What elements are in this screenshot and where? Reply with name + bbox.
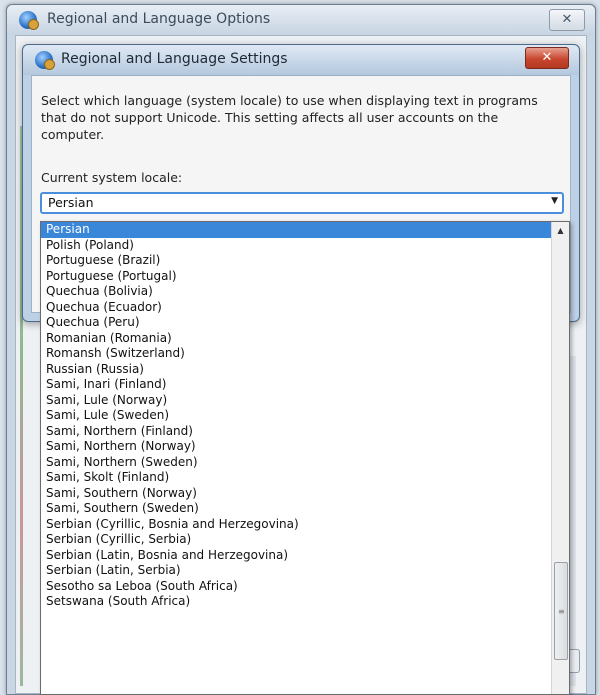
locale-options: Persian Polish (Poland) Portuguese (Brazil…: [41, 222, 552, 610]
locale-option[interactable]: Russian (Russia): [41, 362, 552, 378]
locale-option[interactable]: Portuguese (Brazil): [41, 253, 552, 269]
outer-window-title: Regional and Language Options: [47, 11, 271, 27]
system-locale-select[interactable]: Persian ▼: [40, 192, 564, 214]
scroll-thumb[interactable]: ≡: [554, 562, 568, 660]
locale-option[interactable]: Sami, Northern (Finland): [41, 424, 552, 440]
locale-option[interactable]: Sami, Lule (Norway): [41, 393, 552, 409]
locale-option[interactable]: Sami, Skolt (Finland): [41, 470, 552, 486]
locale-option[interactable]: Serbian (Latin, Bosnia and Herzegovina): [41, 548, 552, 564]
list-scrollbar[interactable]: ▲ ≡: [551, 222, 569, 694]
locale-option[interactable]: Portuguese (Portugal): [41, 269, 552, 285]
locale-option[interactable]: Romanian (Romania): [41, 331, 552, 347]
locale-option[interactable]: Sami, Southern (Sweden): [41, 501, 552, 517]
locale-option[interactable]: Quechua (Bolivia): [41, 284, 552, 300]
system-locale-label: Current system locale:: [41, 170, 183, 185]
locale-option[interactable]: Quechua (Ecuador): [41, 300, 552, 316]
outer-close-button[interactable]: ✕: [549, 9, 585, 31]
scroll-up-icon[interactable]: ▲: [552, 222, 569, 239]
locale-option[interactable]: Serbian (Cyrillic, Serbia): [41, 532, 552, 548]
locale-option[interactable]: Polish (Poland): [41, 238, 552, 254]
dialog-title: Regional and Language Settings: [61, 51, 288, 67]
dialog-close-button[interactable]: ✕: [525, 47, 569, 69]
locale-dropdown-list[interactable]: Persian Polish (Poland) Portuguese (Brazil…: [40, 221, 570, 695]
locale-option[interactable]: Quechua (Peru): [41, 315, 552, 331]
globe-icon: [35, 51, 55, 70]
outer-titlebar: Regional and Language Options ✕: [7, 5, 595, 35]
locale-option[interactable]: Setswana (South Africa): [41, 594, 552, 610]
locale-option[interactable]: Sami, Northern (Sweden): [41, 455, 552, 471]
grip-icon: ≡: [558, 607, 565, 616]
locale-option[interactable]: Sami, Southern (Norway): [41, 486, 552, 502]
dialog-description: Select which language (system locale) to…: [41, 93, 538, 142]
locale-option[interactable]: Sami, Inari (Finland): [41, 377, 552, 393]
locale-option[interactable]: Persian: [41, 222, 552, 238]
dialog-titlebar: Regional and Language Settings ✕: [23, 45, 579, 75]
locale-option[interactable]: Sami, Northern (Norway): [41, 439, 552, 455]
selected-locale-value: Persian: [48, 195, 94, 210]
locale-option[interactable]: Romansh (Switzerland): [41, 346, 552, 362]
chevron-down-icon[interactable]: ▼: [551, 196, 558, 206]
locale-option[interactable]: Sesotho sa Leboa (South Africa): [41, 579, 552, 595]
locale-option[interactable]: Serbian (Latin, Serbia): [41, 563, 552, 579]
locale-option[interactable]: Serbian (Cyrillic, Bosnia and Herzegovin…: [41, 517, 552, 533]
locale-option[interactable]: Sami, Lule (Sweden): [41, 408, 552, 424]
globe-icon: [19, 11, 39, 30]
